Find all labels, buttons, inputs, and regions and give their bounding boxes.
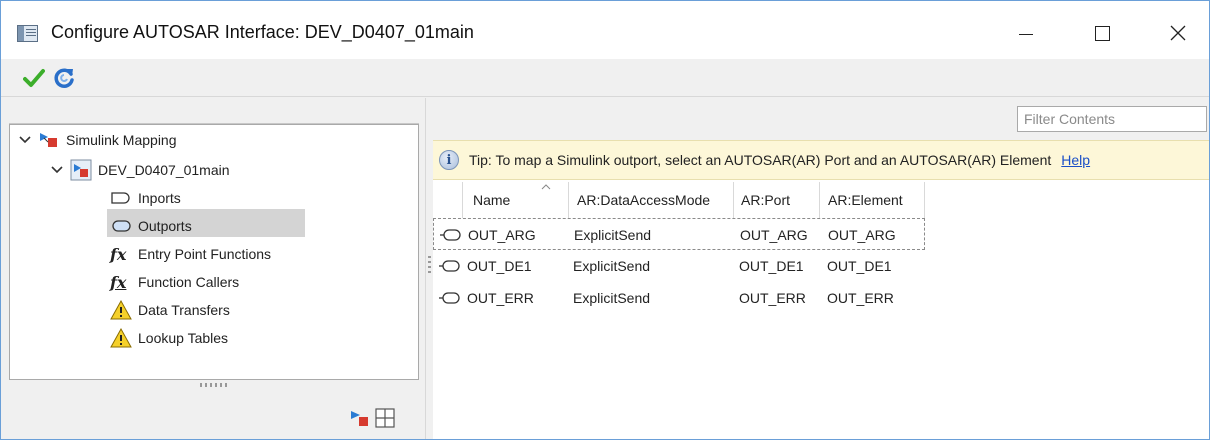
column-header-element[interactable]: AR:Element	[820, 182, 925, 218]
tree-item-label: Function Callers	[138, 274, 240, 290]
tree-item-model[interactable]: DEV_D0407_01main	[50, 158, 230, 182]
outport-icon	[439, 260, 460, 272]
mapping-browser-pane: Simulink Mapping DEV_D0407_01main Inport…	[1, 98, 425, 439]
simulink-mapping-icon	[40, 133, 57, 147]
cell-element[interactable]: OUT_DE1	[827, 250, 892, 282]
table-row[interactable]: OUT_ERR ExplicitSend OUT_ERR OUT_ERR	[433, 282, 925, 314]
chevron-down-icon[interactable]	[18, 133, 32, 147]
warning-icon	[110, 300, 132, 320]
tree-item-label: Simulink Mapping	[66, 132, 177, 148]
tree-item-lookup-tables[interactable]: Lookup Tables	[110, 326, 228, 350]
close-icon	[1170, 25, 1186, 41]
fx-caller-icon: fx	[110, 272, 127, 292]
info-icon: i	[439, 150, 459, 170]
cell-name[interactable]: OUT_ARG	[468, 219, 536, 251]
refresh-icon	[54, 68, 74, 88]
tree-item-inports[interactable]: Inports	[110, 186, 181, 210]
autosar-dictionary-button[interactable]	[375, 406, 395, 430]
filter-bar	[433, 98, 1209, 140]
column-header-label: Name	[473, 192, 511, 208]
table-row[interactable]: OUT_DE1 ExplicitSend OUT_DE1 OUT_DE1	[433, 250, 925, 282]
column-header-label: AR:DataAccessMode	[577, 192, 711, 208]
browser-header	[9, 98, 419, 124]
cell-element[interactable]: OUT_ARG	[828, 219, 896, 251]
warning-icon	[110, 328, 132, 348]
column-header-label: AR:Element	[828, 192, 903, 208]
maximize-button[interactable]	[1079, 13, 1125, 53]
inport-icon	[111, 192, 130, 204]
app-window-icon	[17, 25, 38, 42]
tree-item-outports[interactable]: Outports	[110, 214, 192, 238]
minimize-button[interactable]	[1003, 13, 1049, 53]
cell-name[interactable]: OUT_DE1	[467, 250, 532, 282]
cell-port[interactable]: OUT_ARG	[740, 219, 808, 251]
horizontal-splitter-handle[interactable]	[200, 383, 228, 387]
vertical-splitter[interactable]	[425, 98, 433, 439]
simulink-model-icon	[351, 411, 368, 426]
cell-port[interactable]: OUT_ERR	[739, 282, 806, 314]
filter-contents-input[interactable]	[1017, 106, 1207, 132]
fx-icon: fx	[110, 244, 127, 264]
tree-item-simulink-mapping[interactable]: Simulink Mapping	[18, 128, 177, 152]
tree-item-data-transfers[interactable]: Data Transfers	[110, 298, 230, 322]
tip-banner: i Tip: To map a Simulink outport, select…	[433, 140, 1209, 180]
column-header-port[interactable]: AR:Port	[734, 182, 820, 218]
tree-item-label: Entry Point Functions	[138, 246, 272, 262]
cell-port[interactable]: OUT_DE1	[739, 250, 804, 282]
app-window: Configure AUTOSAR Interface: DEV_D0407_0…	[0, 0, 1210, 440]
minimize-icon	[1019, 33, 1033, 35]
cell-data-access-mode[interactable]: ExplicitSend	[574, 219, 651, 251]
outport-icon	[440, 229, 461, 241]
tree-item-label: DEV_D0407_01main	[98, 162, 230, 178]
refresh-button[interactable]	[51, 65, 77, 91]
tree-item-label: Inports	[138, 190, 181, 206]
column-header-icon	[433, 182, 463, 218]
chevron-down-icon[interactable]	[50, 163, 64, 177]
checkmark-icon	[23, 69, 45, 87]
column-header-name[interactable]: Name	[463, 182, 569, 218]
simulink-model-button[interactable]	[349, 406, 371, 430]
grid-icon	[375, 408, 395, 428]
cell-data-access-mode[interactable]: ExplicitSend	[573, 282, 650, 314]
apply-button[interactable]	[21, 65, 47, 91]
close-button[interactable]	[1155, 13, 1201, 53]
mapping-editor-pane: i Tip: To map a Simulink outport, select…	[433, 98, 1209, 439]
model-icon	[70, 159, 92, 181]
tree-item-label: Data Transfers	[138, 302, 230, 318]
tree-item-label: Outports	[138, 218, 192, 234]
tree-item-label: Lookup Tables	[138, 330, 229, 346]
cell-name[interactable]: OUT_ERR	[467, 282, 534, 314]
tree-item-function-callers[interactable]: fx Function Callers	[110, 270, 239, 294]
cell-element[interactable]: OUT_ERR	[827, 282, 894, 314]
tip-text: Tip: To map a Simulink outport, select a…	[469, 152, 1052, 168]
sort-ascending-icon	[541, 184, 551, 190]
help-link[interactable]: Help	[1061, 152, 1090, 168]
table-row[interactable]: OUT_ARG ExplicitSend OUT_ARG OUT_ARG	[433, 218, 925, 250]
title-bar: Configure AUTOSAR Interface: DEV_D0407_0…	[1, 1, 1209, 59]
outport-icon	[439, 292, 460, 304]
column-header-data-access-mode[interactable]: AR:DataAccessMode	[569, 182, 734, 218]
toolbar	[1, 59, 1209, 97]
maximize-icon	[1094, 25, 1110, 41]
outport-icon	[112, 220, 131, 232]
window-title: Configure AUTOSAR Interface: DEV_D0407_0…	[51, 22, 474, 42]
cell-data-access-mode[interactable]: ExplicitSend	[573, 250, 650, 282]
mapping-tree: Simulink Mapping DEV_D0407_01main Inport…	[9, 124, 419, 380]
tree-item-entry-point-functions[interactable]: fx Entry Point Functions	[110, 242, 271, 266]
column-header-label: AR:Port	[741, 192, 791, 208]
splitter-grip-icon	[428, 256, 431, 276]
